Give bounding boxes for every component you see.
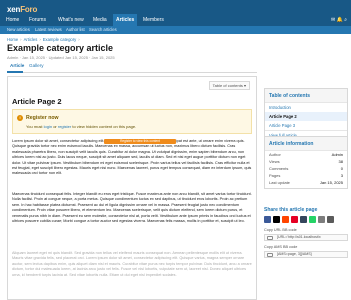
info-row: Author Admin: [269, 152, 343, 157]
copy-ams-field[interactable]: [AMS=page, 3][/AMS]: [264, 251, 348, 258]
site-header: xenForo Home Forums What's new Media Art…: [0, 0, 351, 26]
tab-gallery[interactable]: Gallery: [29, 63, 44, 68]
email-icon[interactable]: [318, 216, 325, 223]
nav-tab-media[interactable]: Media: [90, 14, 110, 26]
register-notice: ! Register now You must login or registe…: [12, 109, 252, 134]
nav-tab-whats-new[interactable]: What's new: [55, 14, 87, 26]
info-row: Last update Jan 15, 2025: [269, 180, 343, 185]
toc-item-introduction[interactable]: Introduction: [265, 103, 347, 112]
login-link[interactable]: login: [44, 124, 52, 129]
article-meta: Admin · Jan 15, 2025 · Updated Jan 15, 2…: [7, 55, 115, 60]
article-body: Table of contents ▾ Article Page 2 ! Reg…: [7, 76, 257, 300]
subnav-latest-reviews[interactable]: Latest reviews: [35, 26, 62, 34]
copy-ams-value: [AMS=page, 3][/AMS]: [277, 252, 312, 256]
toc-item-page-2[interactable]: Article Page 2: [265, 112, 347, 121]
tab-active-indicator: [7, 71, 23, 73]
info-title: Article information: [265, 137, 347, 151]
breadcrumb-articles[interactable]: Articles: [24, 37, 38, 42]
reddit-icon[interactable]: [282, 216, 289, 223]
breadcrumb-category[interactable]: Example category: [43, 37, 77, 42]
nav-tab-articles[interactable]: Articles: [113, 14, 138, 26]
info-author-link[interactable]: Admin: [332, 152, 343, 157]
copy-url-field[interactable]: [URL='http://s01.localhost/x: [264, 234, 348, 241]
article-info-block: Article information Author Admin Views 38 …: [264, 136, 348, 189]
nav-tab-home[interactable]: Home: [3, 14, 22, 26]
tab-divider: [7, 72, 257, 73]
breadcrumb-home[interactable]: Home: [7, 37, 18, 42]
notice-title: Register now: [26, 115, 59, 121]
info-row: Pages 3: [269, 173, 343, 178]
subnav-search-articles[interactable]: Search articles: [89, 26, 117, 34]
copy-url-value: [URL='http://s01.localhost/x: [277, 235, 321, 239]
article-page-heading: Article Page 2: [12, 97, 62, 106]
logo-main: xen: [7, 5, 21, 14]
sub-nav: New articles Latest reviews Author list …: [0, 26, 351, 34]
info-row: Views 38: [269, 159, 343, 164]
register-link[interactable]: register: [58, 124, 71, 129]
article-paragraph-2: Maecenas tincidunt consequat felis. Inte…: [12, 192, 252, 224]
copy-icon[interactable]: [267, 253, 273, 257]
main-nav: Home Forums What's new Media Articles Me…: [0, 14, 351, 26]
whatsapp-icon[interactable]: [309, 216, 316, 223]
warning-icon: !: [17, 115, 23, 121]
copy-ams-label: Copy AMS BB code: [264, 245, 298, 249]
notice-body: You must login or register to view hidde…: [26, 124, 137, 129]
subnav-new-articles[interactable]: New articles: [7, 26, 30, 34]
pinterest-icon[interactable]: [291, 216, 298, 223]
copy-icon[interactable]: [267, 236, 273, 240]
site-logo[interactable]: xenForo: [7, 5, 37, 14]
link-icon[interactable]: [327, 216, 334, 223]
article-paragraph-1: Lorem ipsum dolor sit amet, consectetur …: [12, 139, 252, 176]
register-tooltip: Register to view this content: [104, 139, 176, 144]
tab-article[interactable]: Article: [10, 63, 24, 68]
toc-dropdown-button[interactable]: Table of contents ▾: [208, 81, 250, 90]
nav-tab-members[interactable]: Members: [140, 14, 167, 26]
article-paragraph-3: Aliquam laoreet eget mi quis blandit. Se…: [12, 251, 252, 277]
tumblr-icon[interactable]: [300, 216, 307, 223]
logo-accent: Foro: [20, 5, 38, 14]
nav-tab-forums[interactable]: Forums: [26, 14, 49, 26]
share-title: Share this article page: [264, 207, 318, 213]
page-title: Example category article: [7, 43, 114, 53]
facebook-icon[interactable]: [264, 216, 271, 223]
toc-block: Table of contents Introduction Article P…: [264, 88, 348, 141]
info-row: Comments 0: [269, 166, 343, 171]
toc-item-page-3[interactable]: Article Page 3: [265, 121, 347, 130]
copy-url-label: Copy URL BB code: [264, 228, 297, 232]
x-icon[interactable]: [273, 216, 280, 223]
subnav-author-list[interactable]: Author list: [66, 26, 85, 34]
toc-title: Table of contents: [265, 89, 347, 103]
header-icons[interactable]: ✉ 🔔 ⌕: [331, 14, 347, 26]
breadcrumb: Home › Articles › Example category ›: [7, 37, 80, 42]
